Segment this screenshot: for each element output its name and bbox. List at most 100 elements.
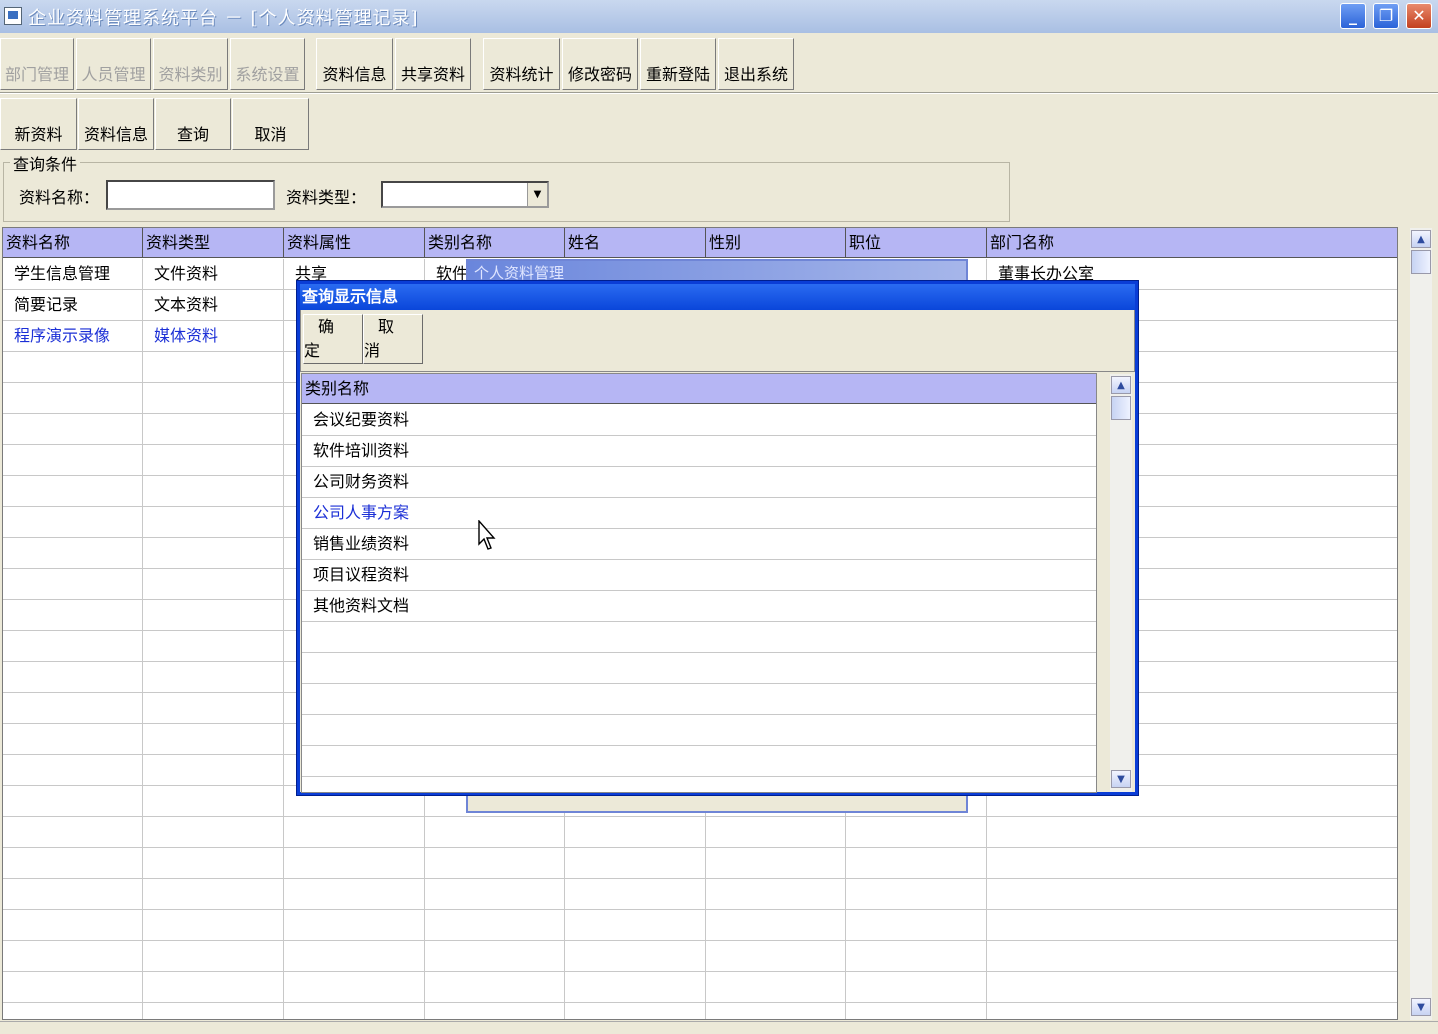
grid-scrollbar[interactable]: ▲ ▼ [1410, 228, 1432, 1020]
shared-docs-button[interactable]: 共享资料 [395, 38, 471, 90]
query-result-dialog: 查询显示信息 确定 取消 类别名称 会议纪要资料 软件培训资料 公司财务资料 公司人事… [297, 281, 1138, 795]
table-cell [565, 972, 706, 1003]
scroll-down-icon[interactable]: ▼ [1411, 998, 1431, 1016]
table-cell [143, 817, 284, 848]
list-item[interactable] [302, 622, 1096, 653]
table-cell [846, 941, 987, 972]
list-item[interactable]: 公司人事方案 [302, 498, 1096, 529]
table-row[interactable] [3, 972, 1397, 1003]
table-cell: 学生信息管理 [3, 259, 143, 290]
query-button[interactable]: 查询 [155, 98, 231, 150]
category-scrollbar[interactable]: ▲ ▼ [1110, 374, 1132, 792]
col-category[interactable]: 类别名称 [425, 228, 565, 258]
title-bar: 企业资料管理系统平台 － [个人资料管理记录] _ ❐ ✕ [0, 0, 1438, 33]
table-cell [143, 786, 284, 817]
list-item[interactable]: 会议纪要资料 [302, 405, 1096, 436]
table-cell [284, 910, 425, 941]
doc-name-label: 资料名称： [19, 188, 100, 207]
cancel-button[interactable]: 取消 [232, 98, 309, 150]
col-gender[interactable]: 性别 [706, 228, 846, 258]
col-position[interactable]: 职位 [846, 228, 987, 258]
system-settings-button[interactable]: 系统设置 [230, 38, 305, 90]
toolbar-divider [0, 92, 1438, 94]
table-cell [143, 941, 284, 972]
table-cell [143, 476, 284, 507]
table-cell [987, 941, 1397, 972]
table-cell [987, 848, 1397, 879]
col-person-name[interactable]: 姓名 [565, 228, 706, 258]
relogin-button[interactable]: 重新登陆 [640, 38, 716, 90]
doc-category-button[interactable]: 资料类别 [153, 38, 228, 90]
table-cell [143, 879, 284, 910]
col-doc-name[interactable]: 资料名称 [3, 228, 143, 258]
dialog-ok-button[interactable]: 确定 [303, 314, 363, 364]
doc-stats-button[interactable]: 资料统计 [483, 38, 560, 90]
table-cell [3, 910, 143, 941]
change-password-button[interactable]: 修改密码 [562, 38, 638, 90]
table-cell [3, 817, 143, 848]
table-row[interactable] [3, 879, 1397, 910]
maximize-button[interactable]: ❐ [1373, 3, 1399, 29]
category-list-header[interactable]: 类别名称 [302, 374, 1096, 404]
close-button[interactable]: ✕ [1406, 3, 1432, 29]
list-item[interactable]: 项目议程资料 [302, 560, 1096, 591]
table-row[interactable] [3, 941, 1397, 972]
table-cell [3, 755, 143, 786]
list-item[interactable] [302, 746, 1096, 777]
dialog-cancel-button[interactable]: 取消 [363, 314, 423, 364]
table-row[interactable] [3, 817, 1397, 848]
table-cell [706, 941, 846, 972]
table-cell [425, 941, 565, 972]
table-cell [565, 848, 706, 879]
list-item[interactable]: 公司财务资料 [302, 467, 1096, 498]
list-item[interactable] [302, 653, 1096, 684]
scroll-up-icon[interactable]: ▲ [1111, 376, 1131, 394]
table-cell [846, 879, 987, 910]
col-dept-name[interactable]: 部门名称 [987, 228, 1397, 258]
list-item[interactable] [302, 684, 1096, 715]
app-icon [4, 7, 22, 25]
dept-manage-button[interactable]: 部门管理 [0, 38, 74, 90]
scroll-thumb[interactable] [1411, 250, 1431, 274]
list-item[interactable]: 其他资料文档 [302, 591, 1096, 622]
table-cell [143, 848, 284, 879]
category-list: 类别名称 会议纪要资料 软件培训资料 公司财务资料 公司人事方案 销售业绩资料 项目议程资… [301, 373, 1097, 793]
table-cell [987, 910, 1397, 941]
col-doc-attr[interactable]: 资料属性 [284, 228, 425, 258]
doc-type-select[interactable]: ▼ [381, 181, 549, 208]
table-cell [3, 383, 143, 414]
doc-info-sub-button[interactable]: 资料信息 [78, 98, 154, 150]
exit-system-button[interactable]: 退出系统 [718, 38, 794, 90]
table-cell [425, 910, 565, 941]
table-row[interactable] [3, 848, 1397, 879]
new-doc-button[interactable]: 新资料 [0, 98, 77, 150]
list-item[interactable]: 销售业绩资料 [302, 529, 1096, 560]
scroll-up-icon[interactable]: ▲ [1411, 230, 1431, 248]
doc-info-button[interactable]: 资料信息 [316, 38, 393, 90]
list-item[interactable]: 软件培训资料 [302, 436, 1096, 467]
table-cell: 文本资料 [143, 290, 284, 321]
table-cell [706, 817, 846, 848]
table-cell [3, 972, 143, 1003]
minimize-button[interactable]: _ [1340, 3, 1366, 29]
table-cell: 程序演示录像 [3, 321, 143, 352]
window-title: 企业资料管理系统平台 － [个人资料管理记录] [28, 8, 419, 29]
scroll-down-icon[interactable]: ▼ [1111, 770, 1131, 788]
list-item[interactable] [302, 715, 1096, 746]
table-cell [3, 538, 143, 569]
col-doc-type[interactable]: 资料类型 [143, 228, 284, 258]
table-row[interactable] [3, 910, 1397, 941]
table-cell [565, 941, 706, 972]
chevron-down-icon[interactable]: ▼ [527, 183, 547, 206]
doc-name-input[interactable] [106, 180, 275, 210]
grid-header: 资料名称 资料类型 资料属性 类别名称 姓名 性别 职位 部门名称 [3, 228, 1397, 258]
table-row[interactable] [3, 1003, 1397, 1019]
scroll-thumb[interactable] [1111, 396, 1131, 420]
staff-manage-button[interactable]: 人员管理 [76, 38, 151, 90]
table-cell [143, 631, 284, 662]
table-cell [143, 414, 284, 445]
table-cell [3, 600, 143, 631]
table-cell [987, 817, 1397, 848]
table-cell [143, 507, 284, 538]
table-cell [143, 569, 284, 600]
